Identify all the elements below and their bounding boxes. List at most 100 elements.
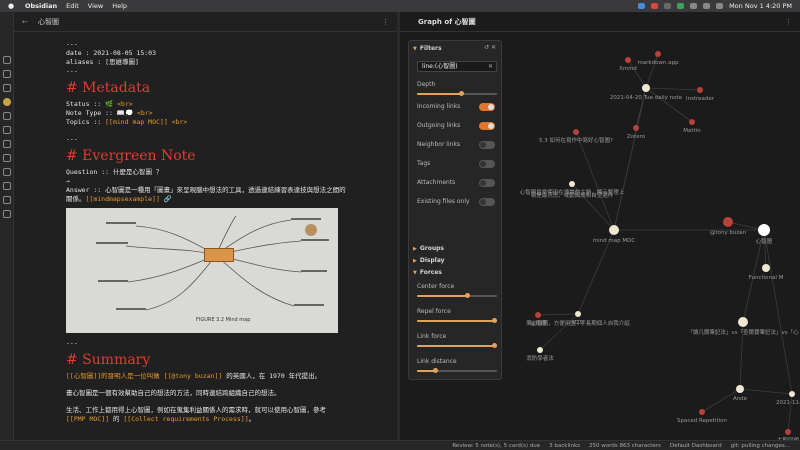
graph-node-label[interactable]: Ande [733, 396, 748, 402]
graph-node[interactable] [633, 125, 639, 131]
apple-logo-icon[interactable]: ● [6, 2, 16, 10]
graph-node-label[interactable]: Instreader [686, 96, 715, 102]
close-icon[interactable]: ✕ [491, 44, 496, 51]
backlinks-count[interactable]: 3 backlinks [549, 443, 580, 449]
graph-node-label[interactable]: 2021-04-20 Tue daily note [610, 95, 683, 101]
battery-icon[interactable] [703, 3, 711, 9]
graph-node-label[interactable]: 心智圖 [756, 237, 773, 245]
graph-node[interactable] [655, 51, 661, 57]
mindmaps-example-link[interactable]: [[mindmapsexample]] [86, 195, 160, 203]
graph-node-label[interactable]: Functional M [749, 275, 784, 281]
graph-node-label[interactable]: markdown.app [637, 60, 679, 66]
graph-node[interactable] [575, 311, 581, 317]
graph-node[interactable] [758, 224, 770, 236]
tray-app-icon[interactable] [638, 3, 646, 9]
menu-view[interactable]: View [88, 2, 103, 10]
graph-node-label[interactable]: 5.3 如何在寫作中寫好心智圖? [539, 136, 613, 144]
graph-node-label[interactable]: 「讓几爾筆記法」vs「查爾寶筆記法」vs「心 [687, 328, 799, 336]
graph-node[interactable] [609, 225, 619, 235]
daily-note-icon[interactable] [3, 98, 11, 106]
wifi-icon[interactable] [690, 3, 698, 9]
more-options-icon[interactable]: ⋮ [785, 18, 792, 26]
depth-slider[interactable] [417, 91, 497, 96]
menu-app-obsidian[interactable]: Obsidian [25, 2, 57, 10]
review-status[interactable]: Review: 5 note(s), 5 card(s) due [452, 443, 540, 449]
tony-buzan-link[interactable]: [[@tony buzan]] [164, 372, 223, 380]
git-status[interactable]: git: pulling changes... [731, 443, 790, 449]
graph-node-label[interactable]: mind map MOC [593, 238, 636, 244]
menubar-clock[interactable]: Mon Nov 1 4:20 PM [729, 2, 792, 10]
graph-node[interactable] [625, 57, 631, 63]
filter-toggle[interactable] [479, 103, 495, 111]
graph-node[interactable] [762, 264, 770, 272]
note-content[interactable]: --- date : 2021-08-05 15:03 aliases : [思… [66, 40, 346, 424]
graph-node-label[interactable]: 夢心智圖，方便用圖+字長期個人自我介紹 [526, 319, 630, 327]
review-icon[interactable] [3, 182, 11, 190]
graph-node[interactable] [723, 217, 733, 227]
groups-section[interactable]: ▶ Groups [413, 245, 444, 252]
graph-node[interactable] [569, 181, 575, 187]
menu-help[interactable]: Help [112, 2, 127, 10]
graph-node[interactable] [738, 317, 748, 327]
graph-node-label[interactable]: Mattin [683, 128, 701, 134]
forces-section[interactable]: ▼ Forces [413, 269, 442, 276]
slider-knob[interactable] [432, 368, 438, 373]
graph-node-label[interactable]: 2021-11-05 [776, 400, 800, 406]
template-icon[interactable] [3, 140, 11, 148]
graph-node[interactable] [537, 347, 543, 353]
graph-node[interactable] [689, 119, 695, 125]
collapse-sidebar-icon[interactable] [3, 56, 11, 64]
bookmark-icon[interactable] [3, 168, 11, 176]
tray-app-icon[interactable] [651, 3, 659, 9]
editor-note-title[interactable]: 心智圖 [38, 17, 59, 27]
slider-knob[interactable] [464, 293, 470, 298]
tray-app-icon[interactable] [677, 3, 685, 9]
file-explorer-icon[interactable] [3, 154, 11, 162]
link-icon[interactable]: 🔗 [160, 195, 172, 203]
force-slider[interactable] [417, 343, 497, 348]
more-options-icon[interactable]: ⋮ [382, 18, 389, 26]
back-arrow-icon[interactable]: ← [22, 18, 32, 26]
filter-toggle[interactable] [479, 141, 495, 149]
force-slider[interactable] [417, 318, 497, 323]
graph-node[interactable] [535, 312, 541, 318]
menu-edit[interactable]: Edit [66, 2, 79, 10]
graph-node[interactable] [642, 84, 650, 92]
canvas-icon[interactable] [3, 196, 11, 204]
topics-link[interactable]: [[mind map MOC]] <br> [105, 118, 187, 126]
filter-search-input[interactable]: line:(心智圖) ✕ [417, 61, 497, 72]
force-slider[interactable] [417, 293, 497, 298]
graph-node[interactable] [785, 429, 791, 435]
command-palette-icon[interactable] [3, 112, 11, 120]
force-slider[interactable] [417, 368, 497, 373]
graph-node-label[interactable]: Zotero [627, 134, 646, 140]
calendar-icon[interactable] [3, 126, 11, 134]
filter-toggle[interactable] [479, 160, 495, 168]
graph-node[interactable] [573, 129, 579, 135]
pmp-moc-link[interactable]: [[PMP MOC]] [66, 415, 109, 423]
graph-node-label[interactable]: Xmind [619, 66, 637, 72]
graph-title[interactable]: Graph of 心智圖 [418, 17, 476, 27]
control-center-icon[interactable] [716, 3, 724, 9]
search-icon[interactable] [3, 84, 11, 92]
slider-knob[interactable] [492, 318, 497, 323]
graph-node-label[interactable]: 消防學者法 [526, 354, 554, 362]
settings-icon[interactable] [3, 210, 11, 218]
collect-requirements-link[interactable]: [[Collect requirements Process]] [123, 415, 248, 423]
filter-toggle[interactable] [479, 122, 495, 130]
slider-knob[interactable] [492, 343, 497, 348]
graph-view-icon[interactable] [3, 70, 11, 78]
clear-search-icon[interactable]: ✕ [488, 62, 493, 71]
graph-node-label[interactable]: 易是最沉思，或動風成和自空選件 [531, 191, 614, 199]
filter-toggle[interactable] [479, 198, 495, 206]
tray-app-icon[interactable] [664, 3, 672, 9]
filter-toggle[interactable] [479, 179, 495, 187]
filters-header[interactable]: ▼ Filters [413, 45, 442, 52]
dashboard-status[interactable]: Default Dashboard [670, 443, 722, 449]
graph-node-label[interactable]: Spaced Repetition [677, 418, 728, 424]
display-section[interactable]: ▶ Display [413, 257, 445, 264]
restore-icon[interactable]: ↺ [484, 44, 489, 51]
graph-node[interactable] [699, 409, 705, 415]
graph-node[interactable] [697, 87, 703, 93]
graph-node[interactable] [789, 391, 795, 397]
